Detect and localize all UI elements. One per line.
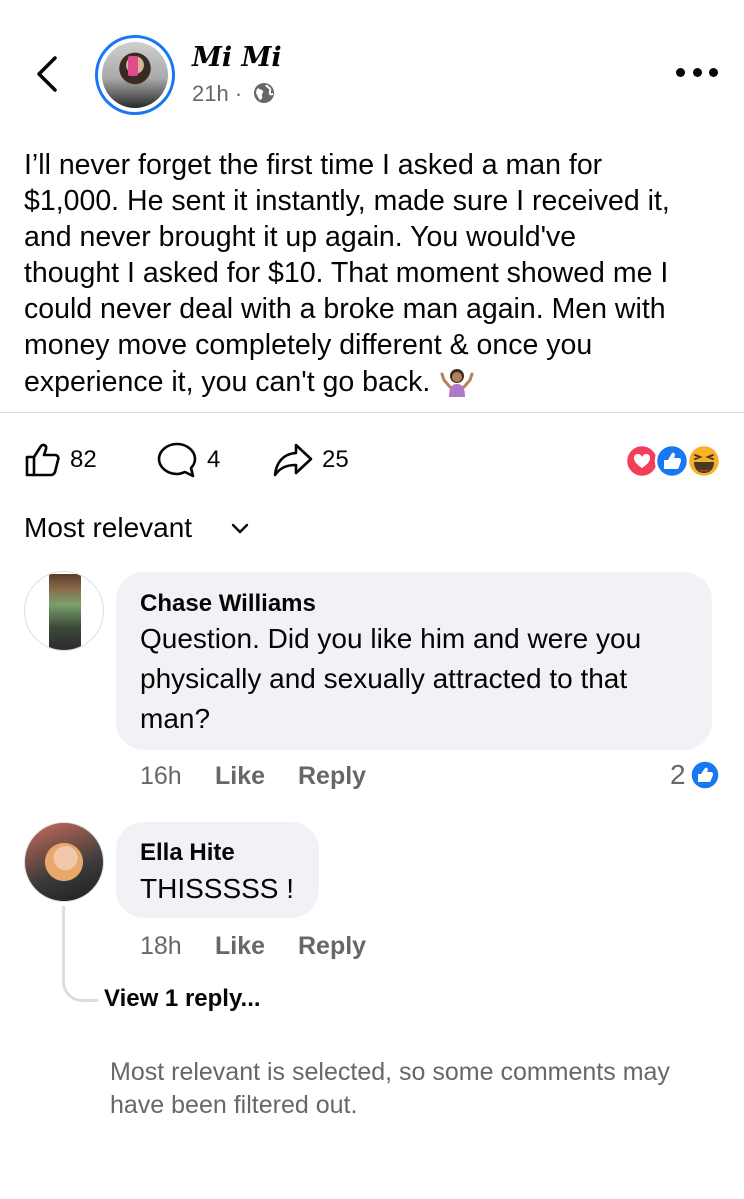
commenter-name[interactable]: Ella Hite (140, 839, 235, 867)
thumbs-up-icon (25, 443, 60, 477)
post-line: I’ll never forget the first time I asked… (24, 149, 603, 181)
reply-thread-line (62, 906, 98, 1002)
post-line: and never brought it up again. You would… (24, 221, 577, 253)
reactions-summary[interactable] (624, 443, 724, 479)
comment-button[interactable]: 4 (155, 440, 220, 480)
globe-icon (252, 81, 276, 105)
comment-icon (157, 442, 197, 478)
author-avatar[interactable] (95, 35, 175, 115)
comment-like-button[interactable]: Like (215, 762, 265, 791)
chevron-left-icon (37, 56, 57, 92)
comment-timestamp[interactable]: 16h (140, 762, 182, 791)
like-count: 82 (70, 446, 97, 473)
more-options-button[interactable] (676, 64, 718, 80)
share-icon (273, 443, 313, 477)
author-name[interactable]: Mi Mi (192, 42, 282, 73)
comment-count: 4 (207, 446, 221, 473)
back-button[interactable] (28, 52, 68, 96)
comment-like-number: 2 (670, 759, 686, 790)
comment-text: Question. Did you like him and were you … (140, 623, 642, 734)
haha-reaction-icon (686, 443, 722, 479)
sort-dropdown[interactable]: Most relevant (24, 512, 192, 544)
love-reaction-icon (624, 443, 660, 479)
commenter-avatar[interactable] (24, 571, 104, 651)
person-shrugging-emoji (440, 369, 474, 397)
like-reaction-icon (654, 443, 690, 479)
commenter-name[interactable]: Chase Williams (140, 590, 316, 618)
like-reaction-icon (689, 760, 720, 790)
comment-text: THISSSSS ! (140, 873, 295, 904)
comment-reply-button[interactable]: Reply (298, 762, 366, 791)
comment-like-button[interactable]: Like (215, 932, 265, 961)
comment-reply-button[interactable]: Reply (298, 932, 366, 961)
post-line-last: experience it, you can't go back. (24, 363, 724, 400)
share-button[interactable]: 25 (272, 440, 349, 480)
post-line: $1,000. He sent it instantly, made sure … (24, 185, 670, 217)
divider (0, 412, 744, 413)
post-timestamp[interactable]: 21h · (192, 81, 242, 107)
like-button[interactable]: 82 (24, 440, 97, 480)
comment-like-count[interactable]: 2 (670, 758, 720, 792)
filter-note: Most relevant is selected, so some comme… (110, 1058, 670, 1119)
share-count: 25 (322, 446, 349, 473)
chevron-down-icon[interactable] (230, 522, 250, 536)
commenter-avatar[interactable] (24, 822, 104, 902)
post-line: money move completely different & once y… (24, 329, 593, 361)
post-line: thought I asked for $10. That moment sho… (24, 257, 669, 289)
post-text: I’ll never forget the first time I asked… (24, 147, 724, 400)
view-replies-link[interactable]: View 1 reply... (104, 985, 261, 1013)
post-line: could never deal with a broke man again.… (24, 293, 666, 325)
comment-timestamp[interactable]: 18h (140, 932, 182, 961)
more-options-icon (676, 67, 685, 77)
